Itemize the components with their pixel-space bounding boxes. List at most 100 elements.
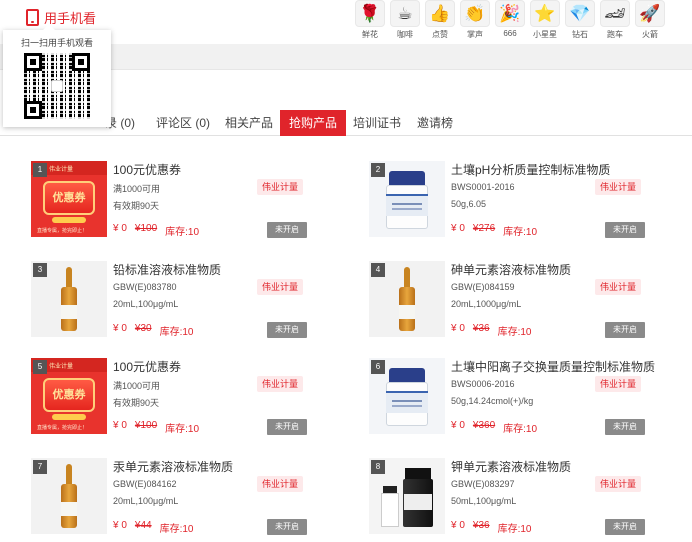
sale-price: ¥ 0 — [451, 420, 465, 431]
thumbs-up-icon: 👍 — [425, 0, 455, 27]
stock-count: 库存:10 — [159, 524, 194, 535]
gift-label: 跑车 — [607, 30, 623, 39]
page: 用手机看 🌹 鲜花 ☕ 咖啡 👍 点赞 👏 掌声 🎉 666 ⭐ 小星星 💎 钻石 🏎 跑车 🚀 火箭 扫一扫用手… — [0, 0, 692, 542]
product-card[interactable]: 6 土壤中阳离子交换量质量控制标准物质 BWS0006-2016 50g,14.24c… — [369, 358, 659, 438]
gift-clapping[interactable]: 👏 掌声 — [459, 0, 491, 40]
price-row: ¥ 0 ¥360 库存:10 — [451, 420, 537, 435]
tab-training-certificate[interactable]: 培训证书 — [344, 110, 410, 136]
not-started-button[interactable]: 未开启 — [267, 519, 307, 535]
original-price: ¥36 — [472, 520, 490, 531]
gift-sports-car[interactable]: 🏎 跑车 — [599, 0, 631, 40]
sale-price: ¥ 0 — [451, 223, 465, 234]
qr-logo-icon — [51, 80, 63, 92]
product-thumbnail[interactable]: 7 — [31, 458, 107, 534]
product-spec-detail: 20mL,1000μg/mL — [451, 299, 522, 309]
brand-tag: 伟业计量 — [595, 476, 642, 492]
product-thumbnail[interactable]: 2 — [369, 161, 445, 237]
not-started-button[interactable]: 未开启 — [267, 222, 307, 238]
product-spec-code: 满1000可用 — [113, 184, 161, 194]
product-title[interactable]: 铅标准溶液标准物质 — [113, 261, 221, 278]
product-card[interactable]: 4 砷单元素溶液标准物质 GBW(E)084159 20mL,1000μg/mL 伟业计… — [369, 261, 659, 341]
original-price: ¥30 — [134, 323, 152, 334]
product-index: 1 — [33, 163, 47, 177]
product-thumbnail[interactable]: 1 伟业计量 优惠券 直播专属，抢完即止！ — [31, 161, 107, 237]
product-thumbnail[interactable]: 6 — [369, 358, 445, 434]
price-row: ¥ 0 ¥36 库存:10 — [451, 323, 532, 338]
gift-coffee[interactable]: ☕ 咖啡 — [389, 0, 421, 40]
brand-tag: 伟业计量 — [257, 376, 304, 392]
stock-count: 库存:10 — [497, 524, 532, 535]
product-spec-code: GBW(E)083297 — [451, 479, 515, 489]
product-spec-code: 满1000可用 — [113, 381, 161, 391]
product-thumbnail[interactable]: 3 — [31, 261, 107, 337]
product-card[interactable]: 8 钾单元素溶液标准物质 GBW(E)083297 50mL,100μg/mL 伟业计量… — [369, 458, 659, 538]
product-spec-code: GBW(E)084159 — [451, 282, 515, 292]
gift-label: 666 — [503, 29, 517, 38]
not-started-button[interactable]: 未开启 — [605, 519, 645, 535]
gift-diamond[interactable]: 💎 钻石 — [564, 0, 596, 40]
gift-rose[interactable]: 🌹 鲜花 — [354, 0, 386, 40]
brand-tag: 伟业计量 — [595, 279, 642, 295]
diamond-icon: 💎 — [565, 0, 595, 27]
mobile-view-link[interactable]: 用手机看 — [26, 8, 96, 27]
not-started-button[interactable]: 未开启 — [605, 322, 645, 338]
brand-tag: 伟业计量 — [257, 179, 304, 195]
product-title[interactable]: 土壤pH分析质量控制标准物质 — [451, 161, 610, 178]
product-card[interactable]: 5 伟业计量 优惠券 直播专属，抢完即止！ 100元优惠券 满1000可用 有效期90天 伟业… — [31, 358, 321, 438]
not-started-button[interactable]: 未开启 — [267, 419, 307, 435]
product-thumbnail[interactable]: 4 — [369, 261, 445, 337]
price-row: ¥ 0 ¥100 库存:10 — [113, 420, 199, 435]
product-card[interactable]: 2 土壤pH分析质量控制标准物质 BWS0001-2016 50g,6.05 伟业计量 ¥… — [369, 161, 659, 241]
coffee-icon: ☕ — [390, 0, 420, 27]
product-title[interactable]: 汞单元素溶液标准物质 — [113, 458, 233, 475]
tab-related-products[interactable]: 相关产品 — [216, 110, 282, 136]
product-spec-detail: 50g,6.05 — [451, 199, 487, 209]
gift-666[interactable]: 🎉 666 — [494, 0, 526, 40]
product-thumbnail[interactable]: 5 伟业计量 优惠券 直播专属，抢完即止！ — [31, 358, 107, 434]
gift-label: 火箭 — [642, 30, 658, 39]
original-price: ¥276 — [472, 223, 496, 234]
price-row: ¥ 0 ¥276 库存:10 — [451, 223, 537, 238]
gift-label: 咖啡 — [397, 30, 413, 39]
product-spec-detail: 有效期90天 — [113, 201, 160, 211]
product-card[interactable]: 7 汞单元素溶液标准物质 GBW(E)084162 20mL,100μg/mL 伟业计量… — [31, 458, 321, 538]
product-spec-detail: 50g,14.24cmol(+)/kg — [451, 396, 534, 406]
qr-title: 扫一扫用手机观看 — [20, 38, 93, 48]
sale-price: ¥ 0 — [451, 323, 465, 334]
gift-star[interactable]: ⭐ 小星星 — [529, 0, 561, 40]
stock-count: 库存:10 — [165, 424, 200, 435]
product-title[interactable]: 土壤中阳离子交换量质量控制标准物质 — [451, 358, 655, 375]
not-started-button[interactable]: 未开启 — [605, 419, 645, 435]
star-icon: ⭐ — [530, 0, 560, 27]
brand-tag: 伟业计量 — [257, 476, 304, 492]
product-index: 3 — [33, 263, 47, 277]
product-index: 4 — [371, 263, 385, 277]
gift-rocket[interactable]: 🚀 火箭 — [634, 0, 666, 40]
product-card[interactable]: 1 伟业计量 优惠券 直播专属，抢完即止！ 100元优惠券满1000可用 有效期90天 伟业… — [31, 161, 321, 241]
tab-flash-sale[interactable]: 抢购产品 — [280, 110, 347, 136]
not-started-button[interactable]: 未开启 — [267, 322, 307, 338]
product-card[interactable]: 3 铅标准溶液标准物质 GBW(E)083780 20mL,100μg/mL 伟业计量 ¥… — [31, 261, 321, 341]
product-title[interactable]: 100元优惠券 — [113, 358, 181, 375]
gift-label: 掌声 — [467, 30, 483, 39]
gift-thumbs-up[interactable]: 👍 点赞 — [424, 0, 456, 40]
price-row: ¥ 0 ¥44 库存:10 — [113, 520, 194, 535]
product-index: 7 — [33, 460, 47, 474]
phone-icon — [26, 9, 39, 26]
product-spec-detail: 50mL,100μg/mL — [451, 496, 517, 506]
sale-price: ¥ 0 — [113, 323, 127, 334]
sale-price: ¥ 0 — [113, 223, 127, 234]
stock-count: 库存:10 — [503, 424, 538, 435]
product-title[interactable]: 砷单元素溶液标准物质 — [451, 261, 571, 278]
tab-comments[interactable]: 评论区 (0) — [147, 110, 219, 136]
product-thumbnail[interactable]: 8 — [369, 458, 445, 534]
gift-label: 钻石 — [572, 30, 588, 39]
not-started-button[interactable]: 未开启 — [605, 222, 645, 238]
product-spec-code: BWS0006-2016 — [451, 379, 515, 389]
tab-invite-ranking[interactable]: 邀请榜 — [408, 110, 462, 136]
product-title[interactable]: 钾单元素溶液标准物质 — [451, 458, 571, 475]
product-title[interactable]: 100元优惠券 — [113, 161, 181, 178]
stock-count: 库存:10 — [497, 327, 532, 338]
gift-bar: 🌹 鲜花 ☕ 咖啡 👍 点赞 👏 掌声 🎉 666 ⭐ 小星星 💎 钻石 🏎 跑车 🚀 火箭 — [354, 0, 666, 40]
original-price: ¥360 — [472, 420, 496, 431]
